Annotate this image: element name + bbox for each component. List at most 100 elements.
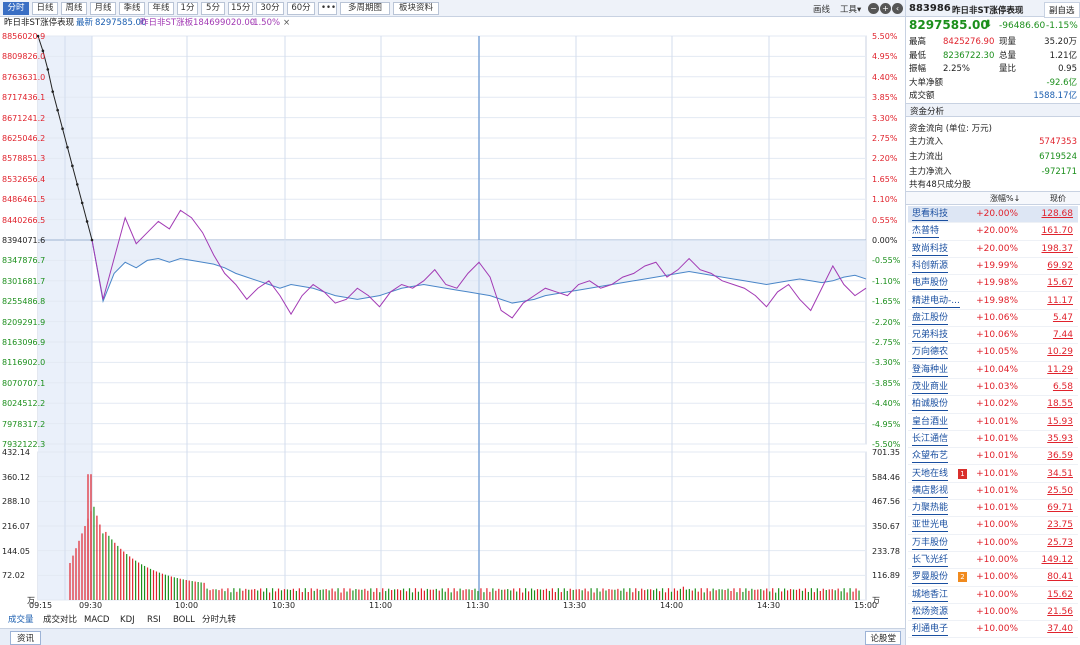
stock-row[interactable]: 科创新源 +19.99% 69.92: [908, 258, 1078, 276]
stock-name[interactable]: 精进电动-...: [912, 296, 960, 308]
period-button-4[interactable]: 季线: [119, 2, 145, 15]
period-button-11[interactable]: •••: [318, 2, 337, 15]
period-button-6[interactable]: 1分: [177, 2, 198, 15]
stock-row[interactable]: 杰普特 +20.00% 161.70: [908, 223, 1078, 241]
plus-icon[interactable]: +: [880, 3, 891, 14]
stock-name[interactable]: 亚世光电: [912, 520, 949, 533]
stock-price[interactable]: 69.92: [1047, 258, 1073, 275]
col-pct-header[interactable]: 涨幅%↓: [990, 193, 1020, 204]
stock-name[interactable]: 兄弟科技: [912, 330, 949, 343]
stock-price[interactable]: 161.70: [1042, 223, 1074, 240]
stock-name[interactable]: 致尚科技: [912, 244, 949, 256]
stock-price[interactable]: 15.62: [1047, 587, 1073, 604]
stock-name[interactable]: 万丰股份: [912, 538, 949, 550]
stock-name[interactable]: 天地在线: [912, 469, 949, 481]
stock-price[interactable]: 149.12: [1042, 552, 1074, 569]
stock-price[interactable]: 18.55: [1047, 396, 1073, 413]
forum-tab[interactable]: 论股堂: [865, 631, 901, 645]
stock-price[interactable]: 15.93: [1047, 414, 1073, 431]
stock-row[interactable]: 致尚科技 +20.00% 198.37: [908, 241, 1078, 258]
indicator-tab-0[interactable]: 成交量: [8, 613, 34, 627]
stock-row[interactable]: 茂业商业 +10.03% 6.58: [908, 379, 1078, 397]
indicator-tab-4[interactable]: RSI: [147, 613, 161, 627]
stock-row[interactable]: 罗曼股份 2 +10.00% 80.41: [908, 569, 1078, 587]
stock-name[interactable]: 柏诚股份: [912, 399, 949, 412]
period-button-7[interactable]: 5分: [201, 2, 225, 15]
indicator-tab-2[interactable]: MACD: [84, 613, 109, 627]
stock-name[interactable]: 思看科技: [912, 209, 949, 221]
stock-price[interactable]: 11.29: [1047, 362, 1073, 379]
period-button-0[interactable]: 分时: [3, 2, 29, 15]
stock-row[interactable]: 松炀资源 +10.00% 21.56: [908, 604, 1078, 622]
stock-price[interactable]: 25.73: [1047, 535, 1073, 552]
stock-name[interactable]: 科创新源: [912, 261, 949, 273]
stock-row[interactable]: 众望布艺 +10.01% 36.59: [908, 448, 1078, 466]
stock-row[interactable]: 兄弟科技 +10.06% 7.44: [908, 327, 1078, 345]
period-button-13[interactable]: 板块资料: [393, 2, 439, 15]
prev-icon[interactable]: ‹: [892, 3, 903, 14]
stock-row[interactable]: 天地在线 1 +10.01% 34.51: [908, 466, 1078, 483]
stock-name[interactable]: 横店影视: [912, 486, 949, 498]
stock-price[interactable]: 7.44: [1053, 327, 1073, 344]
stock-price[interactable]: 21.56: [1047, 604, 1073, 621]
stock-name[interactable]: 万向德农: [912, 347, 949, 360]
stock-price[interactable]: 25.50: [1047, 483, 1073, 500]
stock-price[interactable]: 35.93: [1047, 431, 1073, 448]
stock-name[interactable]: 皇台酒业: [912, 417, 949, 429]
stock-row[interactable]: 柏诚股份 +10.02% 18.55: [908, 396, 1078, 414]
stock-price[interactable]: 128.68: [1042, 206, 1074, 223]
stock-row[interactable]: 思看科技 +20.00% 128.68: [908, 206, 1078, 224]
period-button-9[interactable]: 30分: [256, 2, 284, 15]
period-button-1[interactable]: 日线: [32, 2, 58, 15]
stock-price[interactable]: 198.37: [1042, 241, 1074, 258]
period-button-5[interactable]: 年线: [148, 2, 174, 15]
stock-price[interactable]: 37.40: [1047, 621, 1073, 638]
stock-row[interactable]: 精进电动-... +19.98% 11.17: [908, 293, 1078, 310]
toolbar-right-1[interactable]: 工具▾: [840, 3, 861, 15]
stock-name[interactable]: 长飞光纤: [912, 555, 949, 567]
stock-name[interactable]: 登海种业: [912, 365, 949, 377]
stock-price[interactable]: 15.67: [1047, 275, 1073, 292]
period-button-3[interactable]: 月线: [90, 2, 116, 15]
toolbar-right-0[interactable]: 画线: [813, 3, 830, 15]
close-icon[interactable]: ×: [283, 17, 290, 30]
stock-name[interactable]: 罗曼股份: [912, 572, 949, 585]
stock-name[interactable]: 利通电子: [912, 624, 949, 637]
indicator-tab-6[interactable]: 分时九转: [202, 613, 236, 627]
stock-name[interactable]: 城地香江: [912, 590, 949, 602]
minus-icon[interactable]: −: [868, 3, 879, 14]
stock-price[interactable]: 6.58: [1053, 379, 1073, 396]
stock-row[interactable]: 电声股份 +19.98% 15.67: [908, 275, 1078, 293]
period-button-12[interactable]: 多周期图: [340, 2, 390, 15]
stock-name[interactable]: 长江通信: [912, 434, 949, 446]
stock-name[interactable]: 杰普特: [912, 226, 940, 239]
stock-price[interactable]: 10.29: [1047, 344, 1073, 361]
stock-row[interactable]: 长飞光纤 +10.00% 149.12: [908, 552, 1078, 570]
period-button-8[interactable]: 15分: [228, 2, 253, 15]
indicator-tab-3[interactable]: KDJ: [120, 613, 135, 627]
stock-row[interactable]: 皇台酒业 +10.01% 15.93: [908, 414, 1078, 431]
watchlist-tab[interactable]: 副自选: [1044, 2, 1080, 18]
stock-row[interactable]: 利通电子 +10.00% 37.40: [908, 621, 1078, 639]
stock-name[interactable]: 电声股份: [912, 278, 949, 291]
period-button-10[interactable]: 60分: [287, 2, 315, 15]
stock-row[interactable]: 万丰股份 +10.00% 25.73: [908, 535, 1078, 552]
stock-row[interactable]: 城地香江 +10.00% 15.62: [908, 587, 1078, 604]
period-button-2[interactable]: 周线: [61, 2, 87, 15]
stock-row[interactable]: 力聚热能 +10.01% 69.71: [908, 500, 1078, 518]
indicator-tab-1[interactable]: 成交对比: [43, 613, 77, 627]
stock-name[interactable]: 松炀资源: [912, 607, 949, 619]
stock-row[interactable]: 登海种业 +10.04% 11.29: [908, 362, 1078, 379]
stock-row[interactable]: 亚世光电 +10.00% 23.75: [908, 517, 1078, 535]
stock-price[interactable]: 69.71: [1047, 500, 1073, 517]
stock-row[interactable]: 盘江股份 +10.06% 5.47: [908, 310, 1078, 328]
indicator-tab-5[interactable]: BOLL: [173, 613, 195, 627]
stock-price[interactable]: 11.17: [1047, 293, 1073, 310]
stock-price[interactable]: 5.47: [1053, 310, 1073, 327]
stock-row[interactable]: 万向德农 +10.05% 10.29: [908, 344, 1078, 362]
stock-name[interactable]: 众望布艺: [912, 451, 949, 464]
stock-price[interactable]: 23.75: [1047, 517, 1073, 534]
stock-row[interactable]: 横店影视 +10.01% 25.50: [908, 483, 1078, 501]
col-price-header[interactable]: 现价: [1050, 193, 1066, 204]
stock-name[interactable]: 茂业商业: [912, 382, 949, 394]
